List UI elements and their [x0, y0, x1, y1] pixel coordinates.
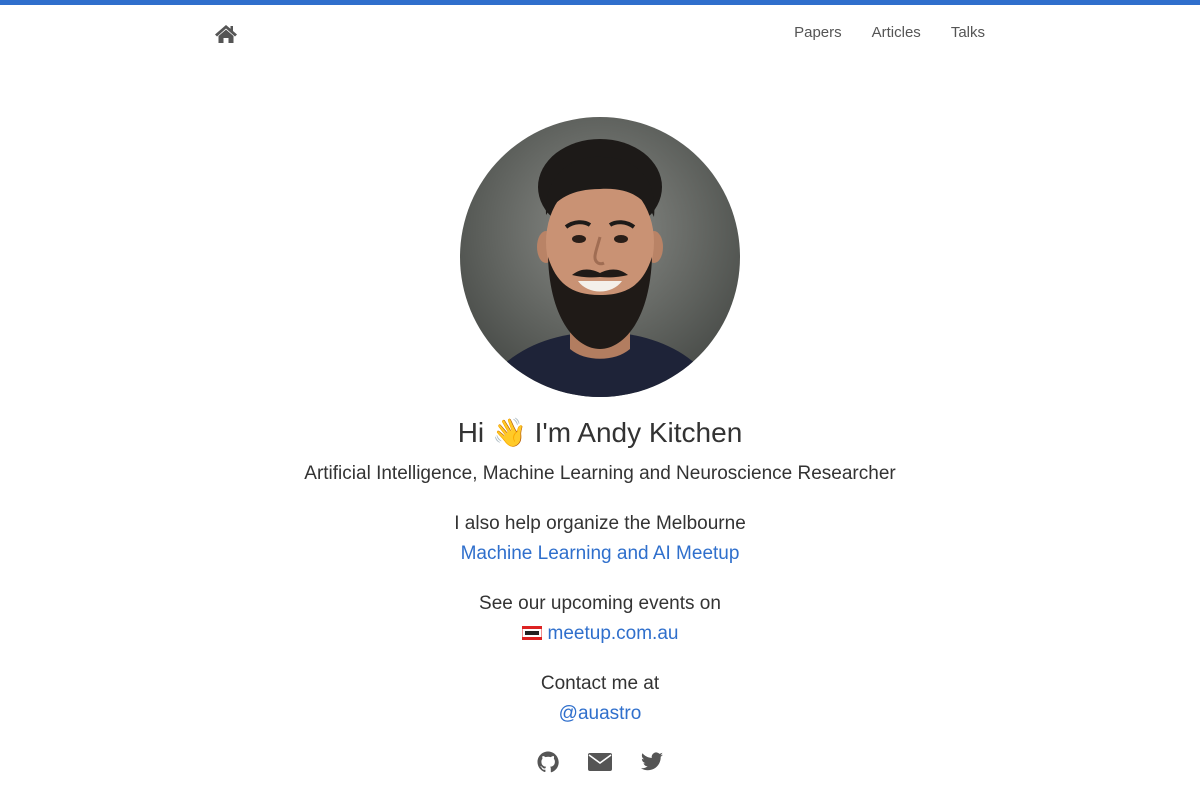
social-links — [0, 750, 1200, 774]
nav-links: Papers Articles Talks — [794, 24, 985, 41]
meetup-group-link-row: Machine Learning and AI Meetup — [0, 541, 1200, 567]
envelope-icon — [588, 753, 612, 771]
meetup-logo-icon — [521, 626, 542, 640]
meetup-group-link[interactable]: Machine Learning and AI Meetup — [461, 543, 740, 564]
top-nav: Papers Articles Talks — [0, 5, 1200, 55]
greeting-hi: Hi — [457, 417, 485, 448]
meetup-site-link[interactable]: meetup.com.au — [548, 623, 679, 644]
events-text: See our upcoming events on — [479, 593, 721, 614]
contact-text: Contact me at — [540, 673, 660, 694]
home-link[interactable] — [214, 23, 238, 45]
github-link[interactable] — [536, 750, 560, 774]
contact-link-row: @auastro — [0, 701, 1200, 727]
avatar-photo — [460, 117, 740, 397]
twitter-handle-link[interactable]: @auastro — [559, 703, 642, 724]
nav-link-talks[interactable]: Talks — [951, 24, 985, 41]
page-title: Hi 👋 I'm Andy Kitchen — [0, 414, 1200, 452]
github-icon — [537, 751, 559, 773]
organize-text: I also help organize the Melbourne — [454, 513, 746, 534]
wave-emoji: 👋 — [491, 417, 527, 448]
twitter-icon — [641, 752, 663, 771]
twitter-link[interactable] — [640, 750, 664, 774]
meetup-site-link-row: meetup.com.au — [0, 621, 1200, 647]
avatar — [460, 117, 740, 397]
subtitle: Artificial Intelligence, Machine Learnin… — [304, 463, 896, 484]
home-icon — [215, 25, 237, 43]
nav-link-papers[interactable]: Papers — [794, 24, 842, 41]
nav-link-articles[interactable]: Articles — [872, 24, 921, 41]
greeting-name: I'm Andy Kitchen — [534, 417, 743, 448]
email-link[interactable] — [588, 750, 612, 774]
